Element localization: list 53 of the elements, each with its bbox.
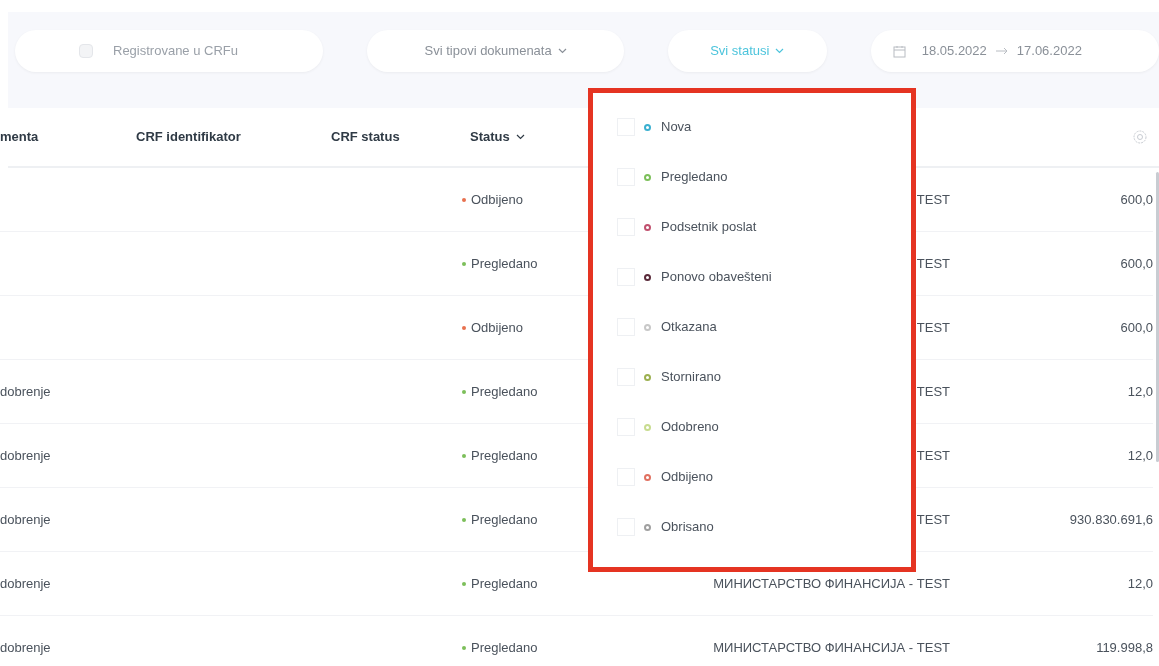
column-header[interactable]: Status [470,127,525,147]
chevron-down-icon [775,48,785,54]
option-label[interactable]: Otkazana [661,317,717,337]
table-cell-text: TEST [916,382,950,401]
table-cell-text: 12,0 [1127,574,1153,593]
status-text: Pregledano [471,382,538,401]
status-text: Odbijeno [471,190,524,209]
table-cell-text: 600,0 [1120,318,1153,337]
column-header: CRF identifikator [136,129,241,145]
table-cell-text: TEST [916,510,950,529]
option-label[interactable]: Podsetnik poslat [661,217,757,237]
table-cell: dobrenje [0,447,51,463]
option-label[interactable]: Odbijeno [661,467,714,487]
column-header: menta [0,129,39,145]
status-text: Odbijeno [471,318,524,337]
table-cell-text: TEST [916,190,950,209]
option-label[interactable]: Odobreno [661,417,719,437]
table-cell-text: 12,0 [1127,382,1153,401]
table-cell-text: TEST [916,254,950,273]
status-text: Pregledano [471,510,538,529]
column-header: CRF status [331,129,400,145]
table-cell-text: TEST [916,446,950,465]
table-cell-text: 600,0 [1120,190,1153,209]
table-cell-text: TEST [916,318,950,337]
chevron-down-icon [557,48,567,54]
settings-icon[interactable] [1133,130,1147,144]
option-label[interactable]: Pregledano [661,167,728,187]
table-cell-text: 930.830.691,6 [1069,510,1153,529]
option-label[interactable]: Stornirano [661,367,721,387]
filter-label: Registrovane u CRFu [113,42,238,61]
table-cell-text: 12,0 [1127,446,1153,465]
status-text: Pregledano [471,446,538,465]
table-cell-text: 600,0 [1120,254,1153,273]
scrollbar-thumb[interactable] [1156,172,1159,462]
table-cell: dobrenje [0,511,51,527]
table-cell: dobrenje [0,383,51,399]
status-text: Pregledano [471,574,538,593]
status-text: Pregledano [471,254,538,273]
table-cell: dobrenje [0,639,51,655]
table-cell-text: 119.998,8 [1096,638,1153,657]
date-to: 17.06.2022 [1016,42,1082,61]
chevron-down-icon [515,134,525,140]
option-label[interactable]: Nova [661,117,692,137]
arrow-right-icon [994,47,1009,55]
table-cell-text: МИНИСТАРСТВО ФИНАНСИЈА - TEST [713,574,950,593]
option-label[interactable]: Obrisano [661,517,714,537]
checkbox[interactable] [79,44,93,58]
table-cell-text: МИНИСТАРСТВО ФИНАНСИЈА - TEST [713,638,950,657]
option-label[interactable]: Ponovo obavešteni [661,267,772,287]
date-from: 18.05.2022 [921,42,987,61]
status-text: Pregledano [471,638,538,657]
table-cell: dobrenje [0,575,51,591]
calendar-icon [892,44,906,58]
